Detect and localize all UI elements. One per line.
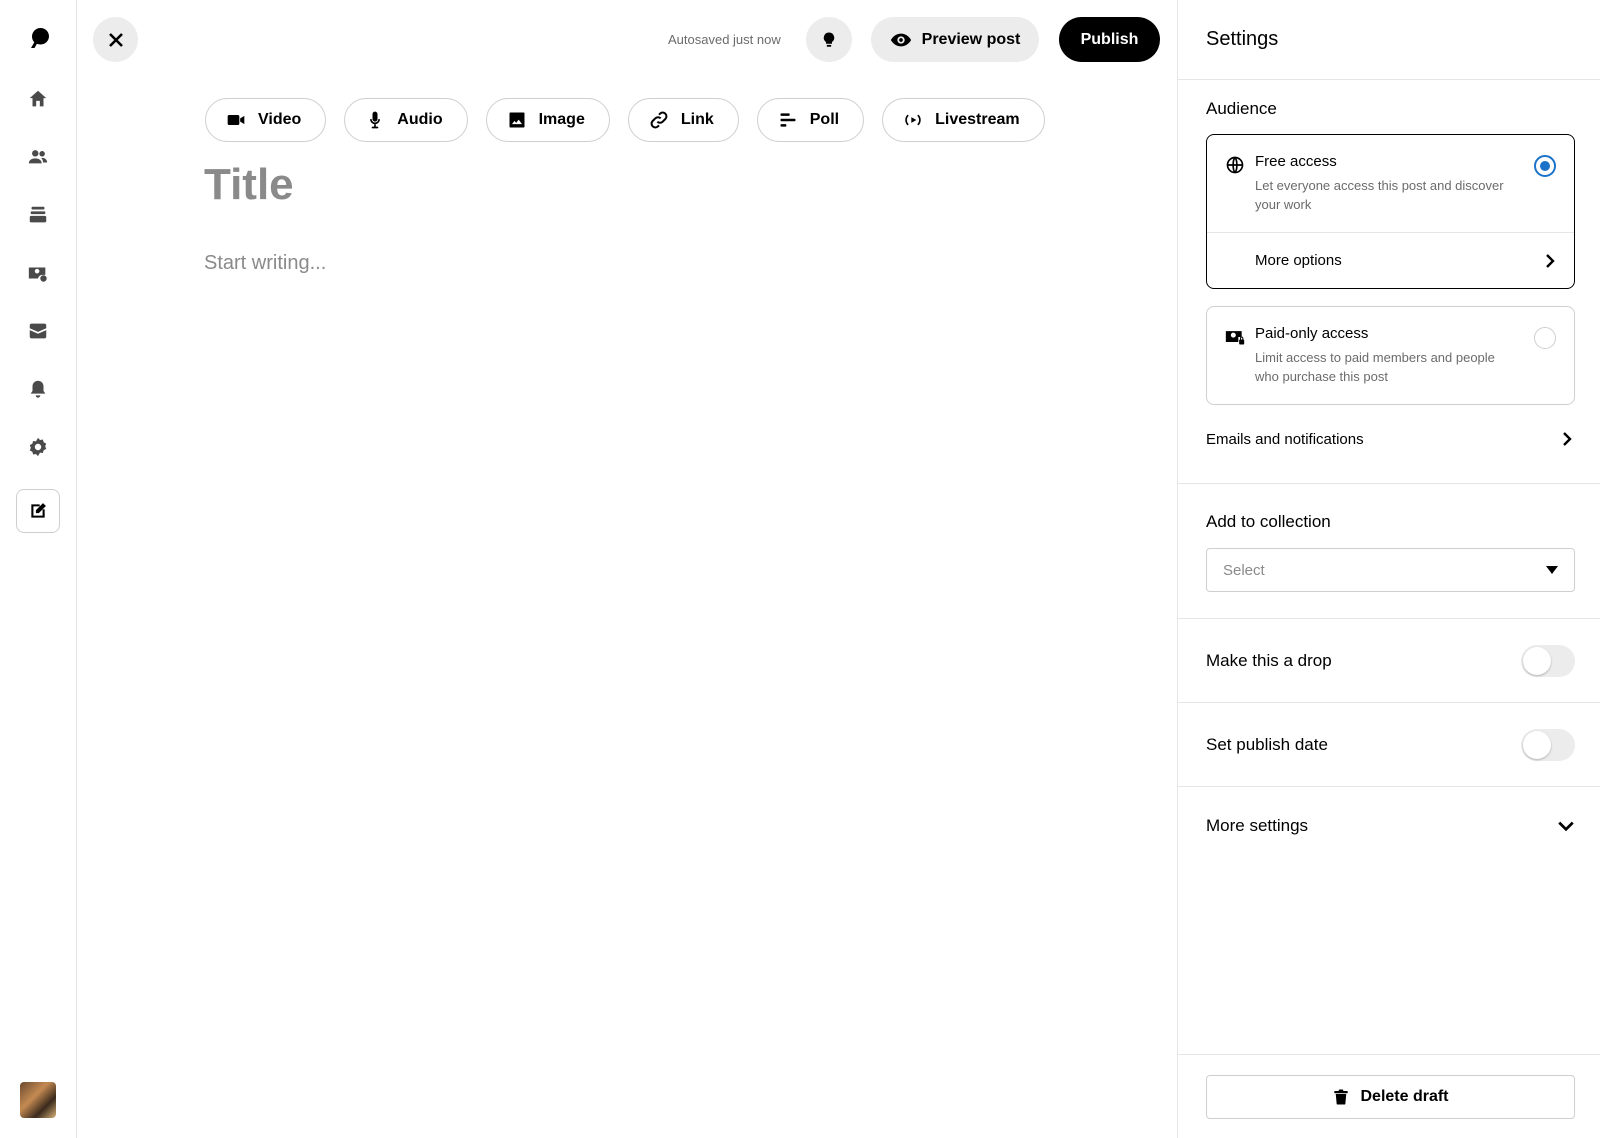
library-icon[interactable] xyxy=(22,199,54,231)
autosave-status: Autosaved just now xyxy=(668,32,781,47)
lightbulb-icon xyxy=(820,31,838,49)
image-icon xyxy=(507,110,527,130)
free-access-description: Let everyone access this post and discov… xyxy=(1255,178,1504,212)
make-drop-row: Make this a drop xyxy=(1206,644,1575,678)
divider xyxy=(1178,618,1600,619)
money-icon[interactable] xyxy=(22,257,54,289)
post-title-input[interactable]: Title xyxy=(204,160,1104,210)
post-body-editor[interactable]: Start writing... xyxy=(204,252,326,275)
home-icon[interactable] xyxy=(22,83,54,115)
settings-title: Settings xyxy=(1178,0,1600,80)
divider xyxy=(1178,702,1600,703)
make-drop-toggle[interactable] xyxy=(1521,645,1575,677)
inbox-icon[interactable] xyxy=(22,315,54,347)
create-post-icon xyxy=(28,501,48,521)
free-access-radio[interactable] xyxy=(1534,155,1556,177)
collection-select[interactable]: Select xyxy=(1206,548,1575,592)
chevron-right-icon xyxy=(1559,431,1575,447)
emails-notifications-link[interactable]: Emails and notifications xyxy=(1206,424,1575,454)
link-icon xyxy=(649,110,669,130)
caret-down-icon xyxy=(1546,566,1558,574)
make-drop-label: Make this a drop xyxy=(1206,651,1332,670)
more-settings-label: More settings xyxy=(1206,816,1309,835)
collection-heading: Add to collection xyxy=(1206,512,1331,531)
publish-date-row: Set publish date xyxy=(1206,728,1575,762)
preview-post-label: Preview post xyxy=(921,30,1021,48)
add-video-button[interactable]: Video xyxy=(205,98,327,142)
image-label: Image xyxy=(538,111,585,128)
emails-notifications-label: Emails and notifications xyxy=(1206,430,1364,448)
free-access-option[interactable]: Free access Let everyone access this pos… xyxy=(1207,135,1574,232)
members-icon[interactable] xyxy=(22,141,54,173)
free-access-card: Free access Let everyone access this pos… xyxy=(1206,134,1575,289)
delete-draft-button[interactable]: Delete draft xyxy=(1206,1075,1575,1119)
chevron-right-icon xyxy=(1542,253,1558,269)
paid-lock-icon xyxy=(1225,327,1245,347)
eye-icon xyxy=(890,29,912,51)
add-livestream-button[interactable]: Livestream xyxy=(882,98,1045,142)
logo-icon[interactable] xyxy=(22,22,54,54)
preview-post-button[interactable]: Preview post xyxy=(871,17,1039,62)
link-label: Link xyxy=(680,111,714,128)
divider xyxy=(1178,483,1600,484)
paid-access-option[interactable]: Paid-only access Limit access to paid me… xyxy=(1207,307,1574,404)
chevron-down-icon xyxy=(1557,817,1575,835)
left-nav xyxy=(0,0,77,1138)
paid-access-title: Paid-only access xyxy=(1255,325,1369,342)
settings-icon[interactable] xyxy=(22,431,54,463)
globe-icon xyxy=(1225,155,1245,175)
livestream-icon xyxy=(903,110,923,130)
video-label: Video xyxy=(258,111,302,128)
create-post-button[interactable] xyxy=(16,489,60,533)
paid-access-card: Paid-only access Limit access to paid me… xyxy=(1206,306,1575,405)
divider xyxy=(1178,786,1600,787)
tips-button[interactable] xyxy=(806,17,852,62)
publish-button[interactable]: Publish xyxy=(1059,17,1160,62)
avatar[interactable] xyxy=(20,1082,56,1118)
paid-access-description: Limit access to paid members and people … xyxy=(1255,350,1495,384)
add-image-button[interactable]: Image xyxy=(485,98,610,142)
more-options-row[interactable]: More options xyxy=(1207,232,1574,288)
livestream-label: Livestream xyxy=(935,111,1020,128)
settings-panel: Settings Audience Free access Let everyo… xyxy=(1177,0,1600,1138)
publish-date-label: Set publish date xyxy=(1206,735,1328,754)
close-icon xyxy=(107,31,125,49)
add-link-button[interactable]: Link xyxy=(627,98,739,142)
paid-access-radio[interactable] xyxy=(1534,327,1556,349)
more-options-label: More options xyxy=(1255,252,1342,269)
more-settings-row[interactable]: More settings xyxy=(1206,809,1575,843)
free-access-title: Free access xyxy=(1255,153,1337,170)
poll-icon xyxy=(778,110,798,130)
trash-icon xyxy=(1332,1088,1350,1106)
collection-select-value: Select xyxy=(1223,561,1265,579)
audio-label: Audio xyxy=(397,111,443,128)
poll-label: Poll xyxy=(809,111,840,128)
microphone-icon xyxy=(365,110,385,130)
audience-heading: Audience xyxy=(1206,99,1277,118)
close-button[interactable] xyxy=(93,17,138,62)
post-editor: Autosaved just now Preview post Publish … xyxy=(0,0,1600,1138)
delete-draft-label: Delete draft xyxy=(1360,1088,1449,1105)
video-icon xyxy=(226,110,246,130)
add-audio-button[interactable]: Audio xyxy=(344,98,468,142)
publish-date-toggle[interactable] xyxy=(1521,729,1575,761)
add-poll-button[interactable]: Poll xyxy=(756,98,865,142)
bell-icon[interactable] xyxy=(22,373,54,405)
media-toolbar: Video Audio Image Link Poll Livestream xyxy=(205,98,1045,142)
divider xyxy=(1178,1054,1600,1055)
